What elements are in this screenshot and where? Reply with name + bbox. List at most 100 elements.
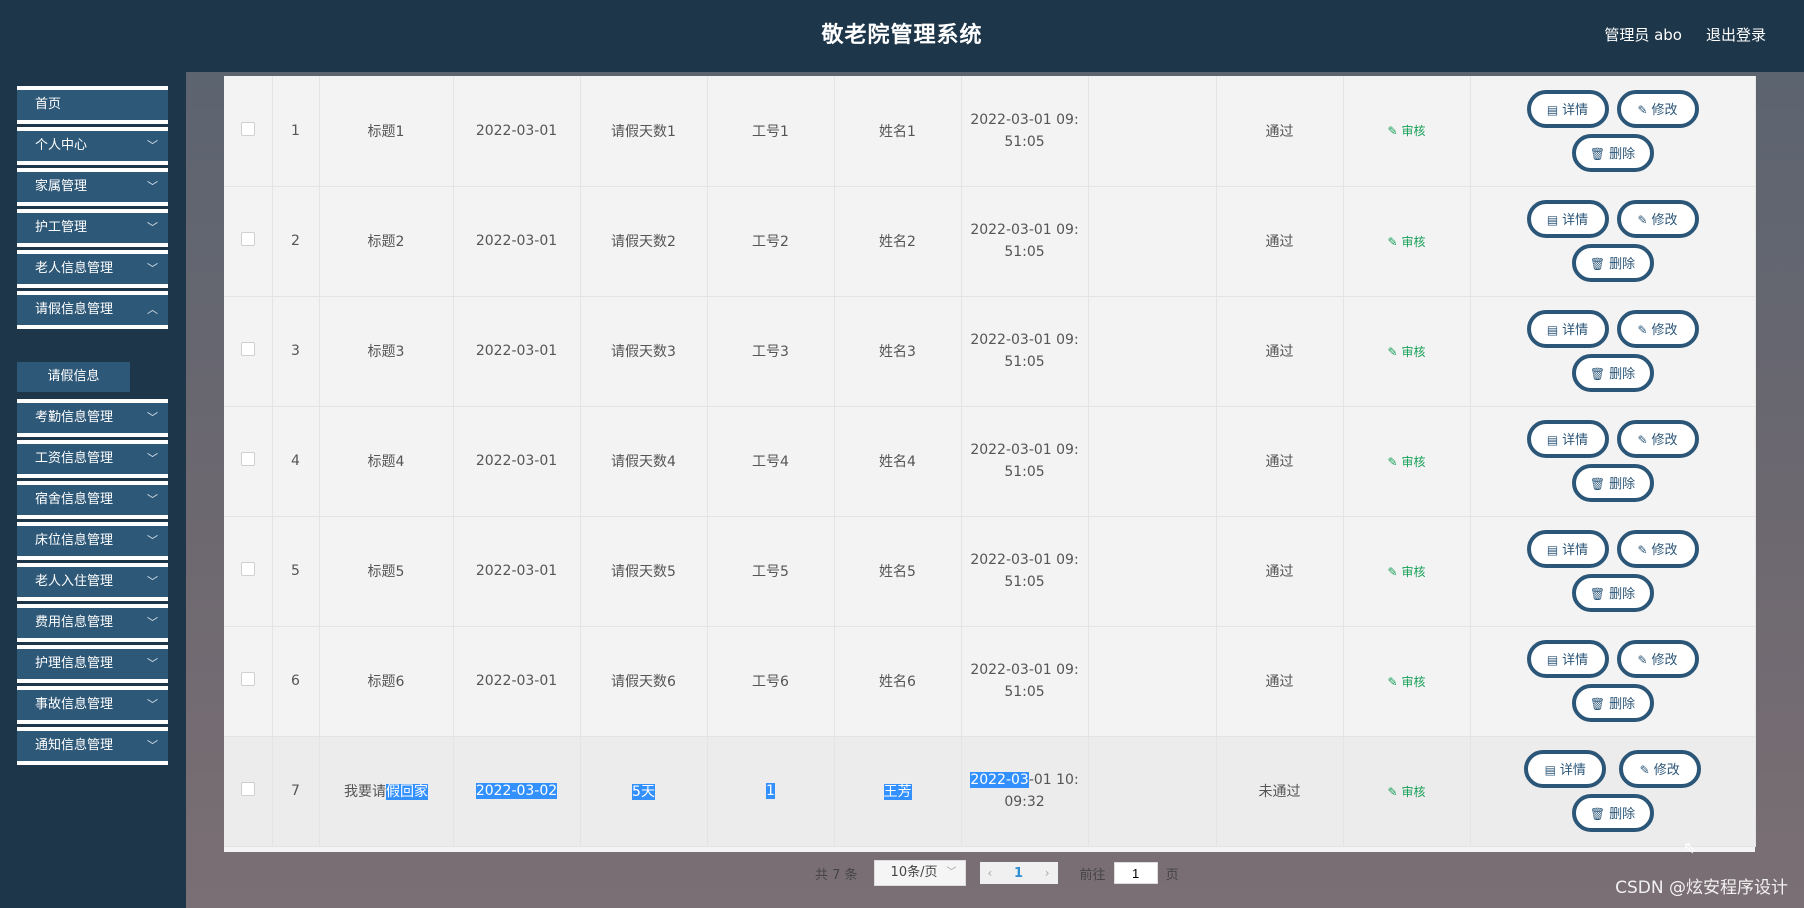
detail-button[interactable]: ▤ 详情 (1526, 310, 1609, 348)
sidebar-item-checkin[interactable]: 老人入住管理 ﹀ (17, 563, 168, 601)
delete-button[interactable]: 🗑 删除 (1571, 684, 1654, 722)
row-checkbox[interactable] (240, 672, 255, 686)
prev-page-icon[interactable]: ‹ (988, 866, 993, 880)
edit-button[interactable]: ✎ 修改 (1616, 640, 1699, 678)
sidebar-item-nursing[interactable]: 护理信息管理 ﹀ (17, 645, 168, 683)
table-row: 1 标题1 2022-03-01 请假天数1 工号1 姓名1 2022-03-01 09:5… (224, 76, 1756, 187)
row-job-no: 工号3 (707, 296, 835, 407)
row-time: 2022-03-01 09:51:05 (961, 406, 1089, 517)
detail-button[interactable]: ▤ 详情 (1524, 750, 1607, 788)
edit-icon: ✎ (1637, 213, 1648, 227)
audit-button[interactable]: ✎ 审核 (1388, 124, 1426, 138)
sidebar-item-leave[interactable]: 请假信息管理 ︿ (17, 291, 168, 329)
row-checkbox[interactable] (240, 342, 255, 356)
audit-button[interactable]: ✎ 审核 (1388, 235, 1426, 249)
row-empty (1088, 296, 1217, 407)
row-job-no: 工号2 (707, 186, 835, 297)
audit-button[interactable]: ✎ 审核 (1388, 345, 1426, 359)
next-page-icon[interactable]: › (1045, 866, 1050, 880)
audit-button[interactable]: ✎ 审核 (1388, 675, 1426, 689)
sidebar-item-profile[interactable]: 个人中心 ﹀ (17, 127, 168, 165)
sidebar-item-family[interactable]: 家属管理 ﹀ (17, 168, 168, 206)
chevron-down-icon: ﹀ (147, 534, 158, 547)
audit-label: 审核 (1401, 454, 1426, 469)
table-row: 2 标题2 2022-03-01 请假天数2 工号2 姓名2 2022-03-01 09:5… (224, 186, 1756, 297)
audit-button[interactable]: ✎ 审核 (1388, 785, 1426, 799)
edit-button[interactable]: ✎ 修改 (1616, 200, 1699, 238)
detail-button[interactable]: ▤ 详情 (1526, 640, 1609, 678)
row-status: 通过 (1216, 516, 1344, 627)
sidebar-item-accident[interactable]: 事故信息管理 ﹀ (17, 686, 168, 724)
sidebar-item-label: 老人入住管理 (35, 574, 114, 589)
chevron-down-icon: ﹀ (147, 657, 158, 670)
row-title: 标题6 (319, 626, 454, 737)
goto-page-input[interactable] (1113, 862, 1158, 884)
chevron-down-icon: ﹀ (147, 139, 158, 152)
delete-button[interactable]: 🗑 删除 (1571, 354, 1654, 392)
detail-button[interactable]: ▤ 详情 (1526, 200, 1609, 238)
chevron-down-icon: ﹀ (147, 411, 158, 424)
page-size-select[interactable]: 10条/页 ﹀ (873, 860, 966, 886)
edit-button[interactable]: ✎ 修改 (1616, 89, 1699, 128)
edit-button[interactable]: ✎ 修改 (1618, 750, 1701, 788)
trash-icon: 🗑 (1589, 257, 1606, 271)
sidebar-item-elder-info[interactable]: 老人信息管理 ﹀ (17, 250, 168, 288)
submenu-item-leave-info[interactable]: 请假信息 (17, 362, 130, 392)
row-date: 2022-03-01 (453, 516, 581, 627)
audit-label: 审核 (1401, 674, 1426, 689)
sidebar-item-dorm[interactable]: 宿舍信息管理 ﹀ (17, 481, 168, 519)
audit-button[interactable]: ✎ 审核 (1388, 455, 1426, 469)
row-days: 请假天数6 (580, 626, 708, 737)
row-index: 1 (272, 76, 320, 187)
sidebar: 首页 个人中心 ﹀ 家属管理 ﹀ 护工管理 ﹀ 老人信息管理 ﹀ 请假信息管理 ︿ 请假信… (0, 72, 186, 908)
row-days: 请假天数2 (580, 186, 708, 297)
sidebar-item-caregiver[interactable]: 护工管理 ﹀ (17, 209, 168, 247)
row-title: 标题2 (319, 186, 454, 297)
row-checkbox[interactable] (240, 232, 255, 246)
sidebar-item-label: 护工管理 (35, 220, 88, 235)
row-status: 未通过 (1216, 736, 1344, 847)
sidebar-item-bed[interactable]: 床位信息管理 ﹀ (17, 522, 168, 560)
audit-button[interactable]: ✎ 审核 (1388, 565, 1426, 579)
row-name: 王芳 (883, 784, 912, 800)
page-unit: 页 (1165, 867, 1179, 883)
row-title: 标题5 (319, 516, 454, 627)
row-index: 4 (272, 406, 320, 517)
delete-button[interactable]: 🗑 删除 (1571, 794, 1654, 832)
row-days: 请假天数4 (580, 406, 708, 517)
delete-button[interactable]: 🗑 删除 (1571, 574, 1654, 612)
delete-button[interactable]: 🗑 删除 (1571, 464, 1654, 502)
page-title: 敬老院管理系统 (821, 23, 983, 48)
row-actions: ▤ 详情 ✎ 修改 🗑 删除 (1470, 626, 1756, 737)
chevron-down-icon: ﹀ (946, 867, 957, 878)
edit-button[interactable]: ✎ 修改 (1616, 420, 1699, 458)
sidebar-item-salary[interactable]: 工资信息管理 ﹀ (17, 440, 168, 478)
current-page[interactable]: 1 (1014, 866, 1023, 881)
delete-button[interactable]: 🗑 删除 (1571, 244, 1654, 282)
row-checkbox[interactable] (240, 452, 255, 466)
sidebar-item-home[interactable]: 首页 (17, 86, 168, 124)
row-actions: ▤ 详情 ✎ 修改 🗑 删除 (1470, 76, 1756, 187)
row-empty (1088, 406, 1217, 517)
detail-button[interactable]: ▤ 详情 (1526, 89, 1609, 128)
top-bar: 敬老院管理系统 管理员 abo 退出登录 (0, 0, 1804, 72)
pagination: 共 7 条 10条/页﹀ ‹ 1 › 前往 页 (815, 860, 1179, 886)
row-checkbox[interactable] (240, 121, 255, 136)
row-name: 姓名4 (834, 406, 962, 517)
detail-button[interactable]: ▤ 详情 (1526, 530, 1609, 568)
sidebar-item-notice[interactable]: 通知信息管理 ﹀ (17, 727, 168, 765)
row-checkbox[interactable] (240, 782, 255, 796)
edit-button[interactable]: ✎ 修改 (1616, 310, 1699, 348)
edit-button[interactable]: ✎ 修改 (1616, 530, 1699, 568)
sidebar-item-attendance[interactable]: 考勤信息管理 ﹀ (17, 399, 168, 437)
delete-button[interactable]: 🗑 删除 (1571, 133, 1654, 172)
row-checkbox[interactable] (240, 562, 255, 576)
logout-link[interactable]: 退出登录 (1706, 24, 1766, 45)
detail-button[interactable]: ▤ 详情 (1526, 420, 1609, 458)
row-title: 我要请假回家 (319, 736, 454, 847)
audit-label: 审核 (1401, 564, 1426, 579)
sidebar-item-fee[interactable]: 费用信息管理 ﹀ (17, 604, 168, 642)
row-date: 2022-03-01 (453, 76, 581, 187)
sidebar-item-label: 考勤信息管理 (35, 410, 114, 425)
row-time: 2022-03-01 09:51:05 (961, 296, 1089, 407)
